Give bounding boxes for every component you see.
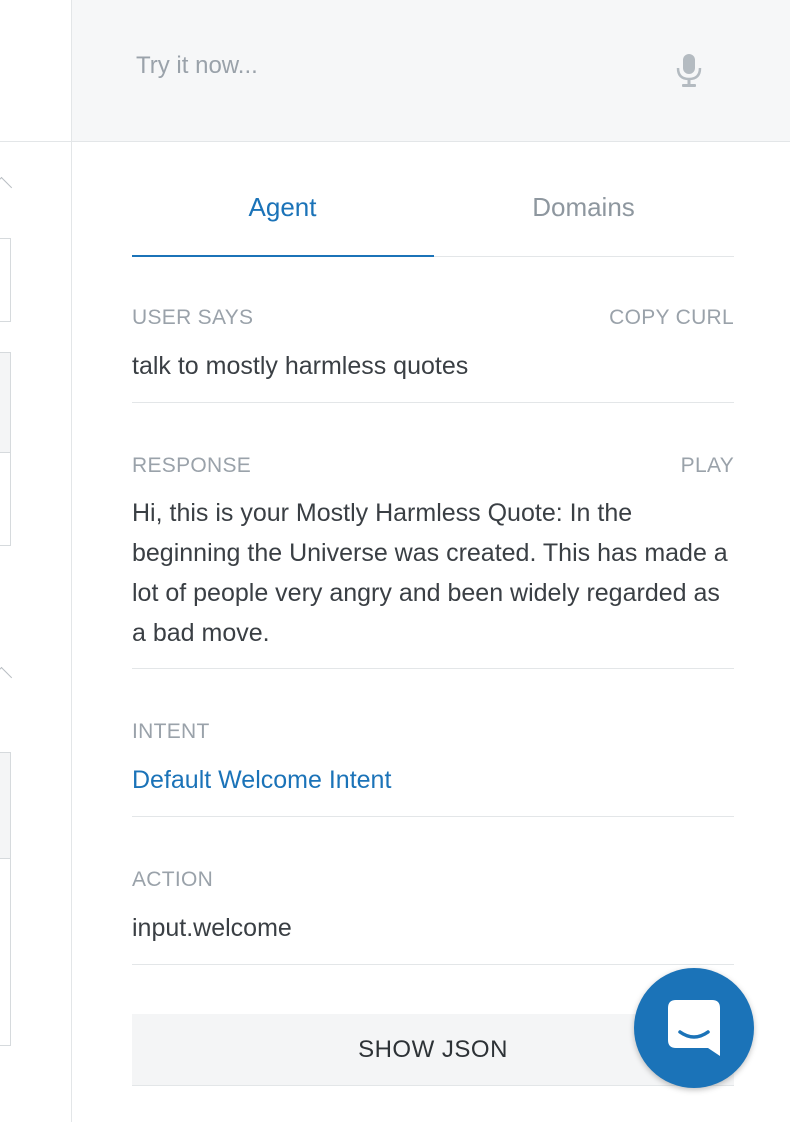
intent-section: INTENT Default Welcome Intent [132, 714, 734, 817]
user-says-label: USER SAYS [132, 306, 254, 329]
chat-bubble-icon [668, 1000, 720, 1056]
user-says-section: USER SAYS COPY CURL talk to mostly harml… [132, 300, 734, 403]
active-tab-indicator [132, 255, 434, 257]
collapse-chevron-icon[interactable] [0, 176, 13, 199]
response-value: Hi, this is your Mostly Harmless Quote: … [132, 499, 728, 647]
left-panel [0, 0, 71, 1122]
left-field[interactable] [0, 238, 11, 322]
intent-label: INTENT [132, 720, 210, 743]
left-field[interactable] [0, 352, 11, 454]
panel-divider [71, 0, 72, 1122]
chat-launcher-button[interactable] [634, 968, 754, 1088]
response-label: RESPONSE [132, 454, 252, 477]
tab-domains[interactable]: Domains [433, 160, 734, 254]
left-panel-header [0, 0, 71, 142]
intent-link[interactable]: Default Welcome Intent [132, 760, 734, 800]
action-value: input.welcome [132, 914, 292, 942]
microphone-icon[interactable] [674, 52, 704, 88]
left-field[interactable] [0, 452, 11, 546]
action-section: ACTION input.welcome [132, 862, 734, 965]
collapse-chevron-icon[interactable] [0, 666, 13, 689]
left-field[interactable] [0, 858, 11, 1046]
left-field[interactable] [0, 752, 11, 860]
try-it-input[interactable] [134, 40, 638, 92]
user-says-value: talk to mostly harmless quotes [132, 352, 469, 380]
copy-curl-link[interactable]: COPY CURL [609, 306, 734, 330]
action-label: ACTION [132, 868, 214, 891]
tab-bar: Agent Domains [132, 160, 734, 257]
play-link[interactable]: PLAY [681, 454, 734, 478]
response-section: RESPONSE PLAY Hi, this is your Mostly Ha… [132, 448, 734, 669]
tab-agent[interactable]: Agent [132, 160, 433, 254]
